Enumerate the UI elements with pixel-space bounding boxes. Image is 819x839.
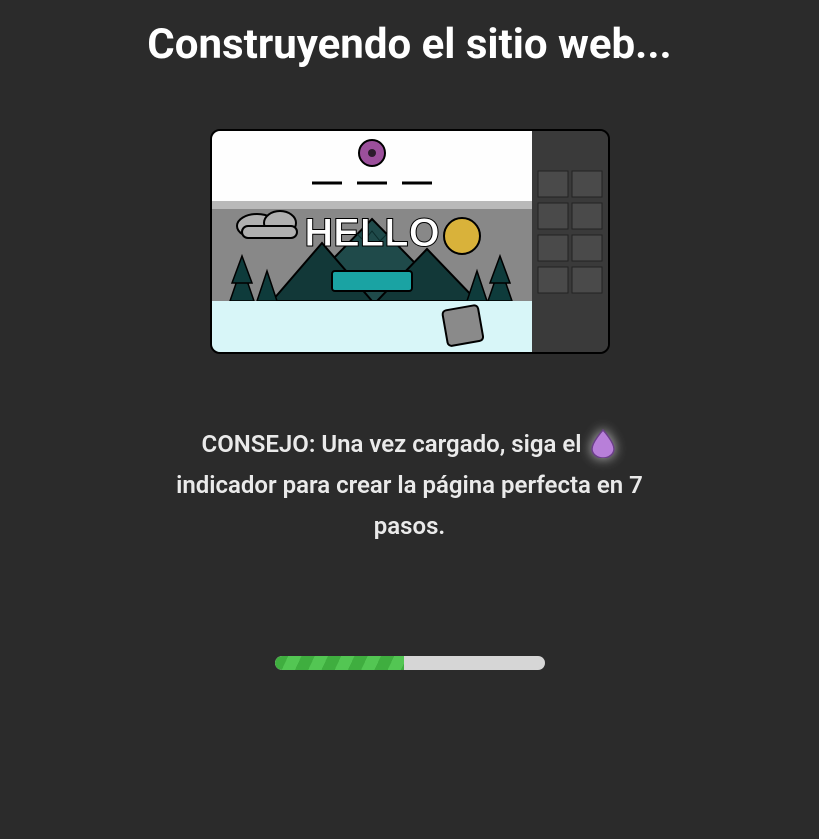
- website-builder-illustration: HELLO: [210, 129, 610, 354]
- progress-fill: [275, 656, 405, 670]
- hello-text: HELLO: [304, 211, 440, 255]
- tip-text: CONSEJO: Una vez cargado, siga el indica…: [150, 424, 670, 546]
- page-title: Construyendo el sitio web...: [147, 20, 671, 69]
- progress-bar: [275, 656, 545, 670]
- loading-screen: Construyendo el sitio web...: [0, 0, 819, 839]
- tip-line-1: CONSEJO: Una vez cargado, siga el: [202, 430, 582, 458]
- purple-drop-indicator-icon: [590, 428, 616, 458]
- tip-line-2: indicador para crear la página perfecta …: [176, 471, 643, 540]
